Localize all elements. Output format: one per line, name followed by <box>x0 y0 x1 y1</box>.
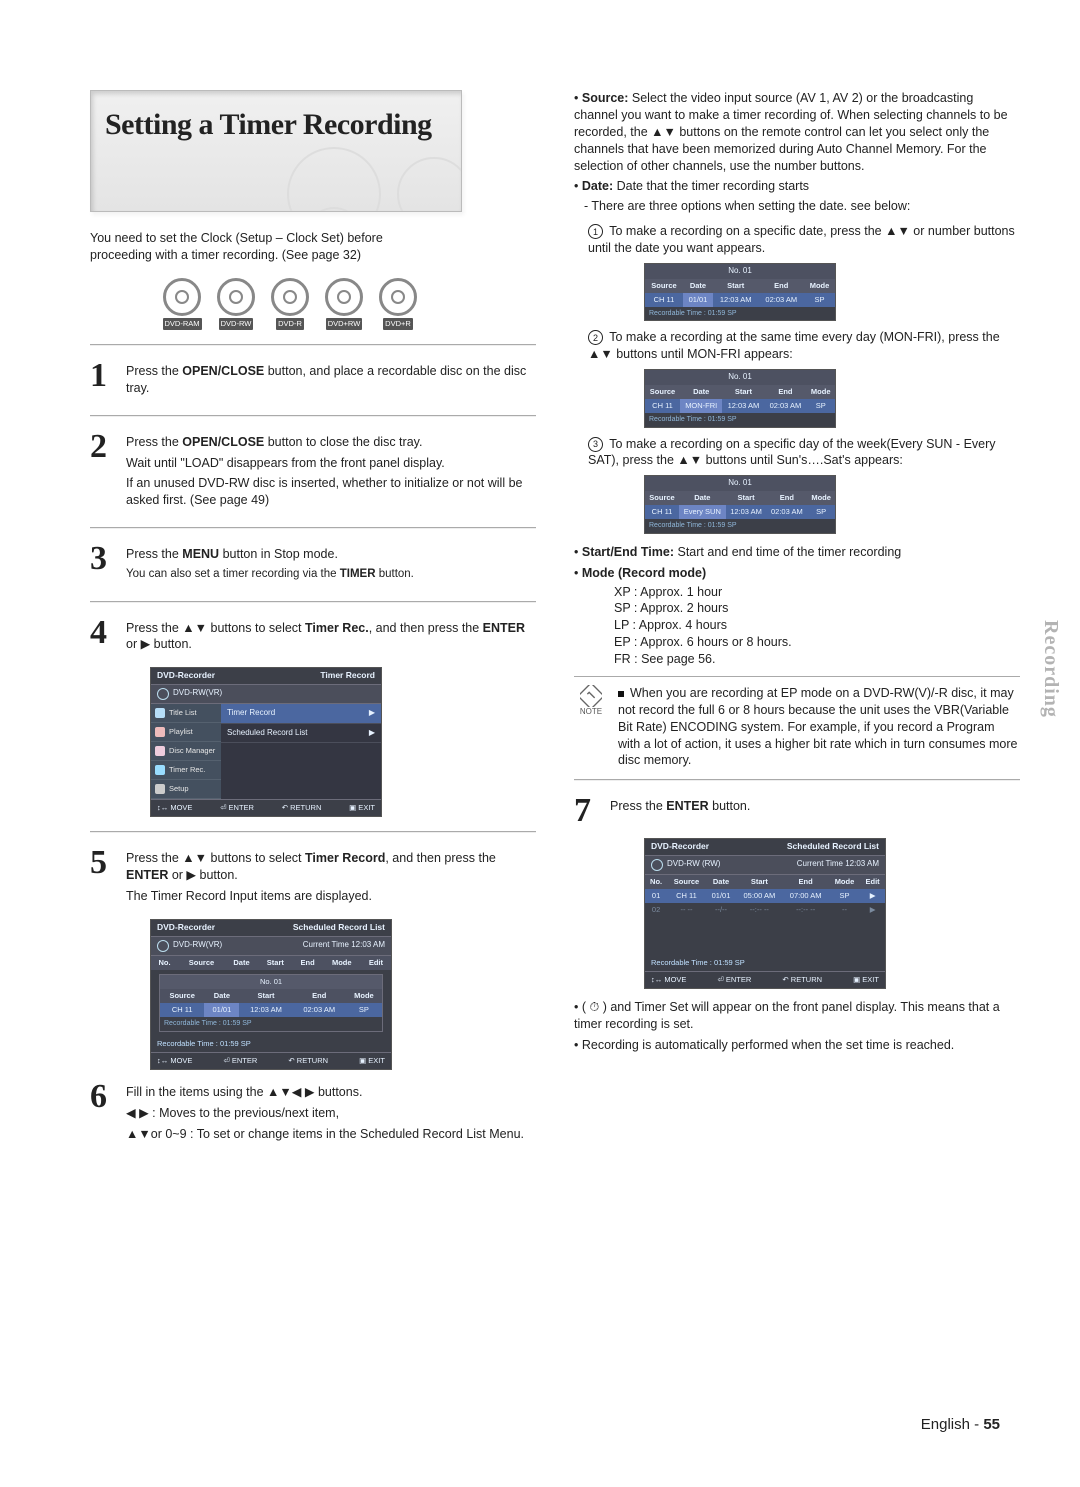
disc-type-row: DVD-RAM DVD-RW DVD-R DVD+RW DVD+R <box>160 278 536 330</box>
tail-bullets: • ( ⏱ ) and Timer Set will appear on the… <box>574 999 1020 1054</box>
case-1-osd: No. 01 SourceDateStartEndMode CH 1101/01… <box>644 263 836 321</box>
clock-note: You need to set the Clock (Setup – Clock… <box>90 230 536 264</box>
step-number: 3 <box>90 542 116 576</box>
page-footer: English - 55 <box>921 1415 1000 1435</box>
source-date-bullets: • Source: Select the video input source … <box>574 90 1020 215</box>
case-3-osd: No. 01 SourceDateStartEndMode CH 11Every… <box>644 475 836 533</box>
disc-dvdplusrw: DVD+RW <box>322 278 366 330</box>
disc-dvdr: DVD-R <box>268 278 312 330</box>
step-number: 1 <box>90 359 116 393</box>
step-number: 4 <box>90 616 116 650</box>
step-6: 6 Fill in the items using the ▲▼◀ ▶ butt… <box>90 1080 536 1147</box>
disc-dvdram: DVD-RAM <box>160 278 204 330</box>
osd-step7-screenshot: DVD-Recorder Scheduled Record List DVD-R… <box>644 838 886 989</box>
disc-dvdrw: DVD-RW <box>214 278 258 330</box>
case-1: 1 To make a recording on a specific date… <box>588 223 1020 257</box>
mode-bullet: • Mode (Record mode) XP : Approx. 1 hour… <box>574 565 1020 668</box>
section-tab: Recording <box>1037 620 1064 718</box>
step-number: 5 <box>90 846 116 880</box>
osd-menu-screenshot: DVD-Recorder Timer Record DVD-RW(VR) Tit… <box>150 667 382 817</box>
right-column: • Source: Select the video input source … <box>574 90 1020 1146</box>
note-icon <box>580 685 602 707</box>
step-number: 7 <box>574 794 600 828</box>
sched-outer-table: No.SourceDateStartEndModeEdit <box>151 956 391 970</box>
osd-scheduled-record-screenshot: DVD-Recorder Scheduled Record List DVD-R… <box>150 919 392 1070</box>
circled-1-icon: 1 <box>588 224 603 239</box>
disc-dvdplusr: DVD+R <box>376 278 420 330</box>
step-7: 7 Press the ENTER button. <box>574 794 1020 828</box>
step-2-line3: If an unused DVD-RW disc is inserted, wh… <box>126 475 536 509</box>
step-2: 2 Press the OPEN/CLOSE button to close t… <box>90 430 536 514</box>
note-block: NOTE When you are recording at EP mode o… <box>574 676 1020 769</box>
title-card: Setting a Timer Recording <box>90 90 462 212</box>
case-2-osd: No. 01 SourceDateStartEndMode CH 11MON-F… <box>644 369 836 427</box>
case-2: 2 To make a recording at the same time e… <box>588 329 1020 363</box>
step-number: 2 <box>90 430 116 464</box>
case-3: 3 To make a recording on a specific day … <box>588 436 1020 470</box>
circled-3-icon: 3 <box>588 437 603 452</box>
step-5: 5 Press the ▲▼ buttons to select Timer R… <box>90 846 536 909</box>
step-4: 4 Press the ▲▼ buttons to select Timer R… <box>90 616 536 658</box>
step-number: 6 <box>90 1080 116 1114</box>
step-3: 3 Press the MENU button in Stop mode. Yo… <box>90 542 536 586</box>
page-title: Setting a Timer Recording <box>105 105 447 146</box>
step-2-line2: Wait until "LOAD" disappears from the fr… <box>126 455 536 472</box>
step-1: 1 Press the OPEN/CLOSE button, and place… <box>90 359 536 401</box>
circled-2-icon: 2 <box>588 330 603 345</box>
left-column: Setting a Timer Recording You need to se… <box>90 90 536 1146</box>
start-end-bullet: • Start/End Time: Start and end time of … <box>574 544 1020 561</box>
